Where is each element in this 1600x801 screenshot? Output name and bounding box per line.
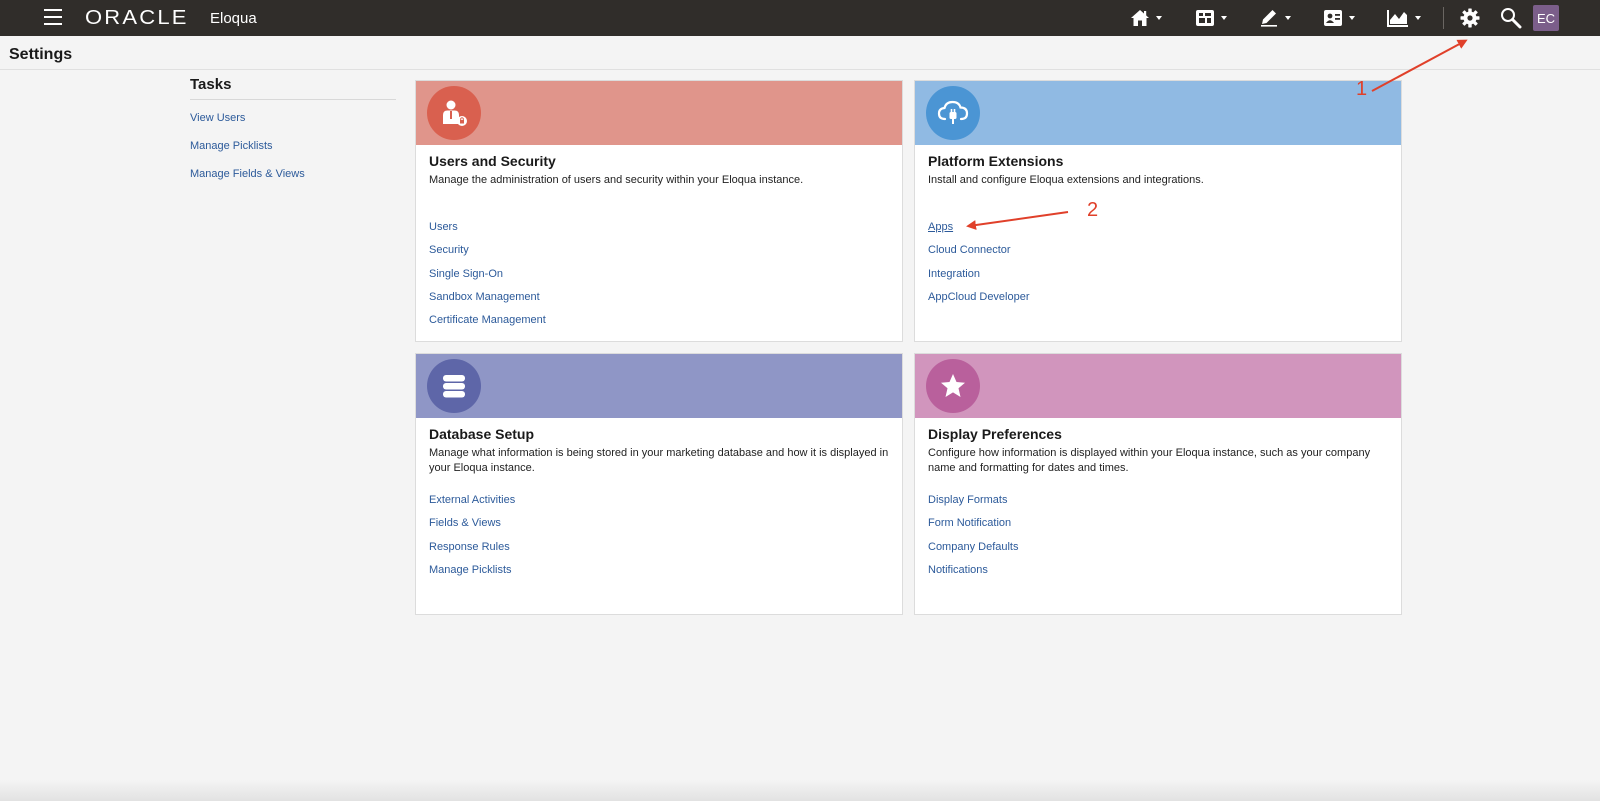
chevron-down-icon xyxy=(1415,16,1421,20)
card-icon-circle xyxy=(427,86,481,140)
link-integration[interactable]: Integration xyxy=(928,268,1030,291)
link-external-activities[interactable]: External Activities xyxy=(429,494,515,517)
chevron-down-icon xyxy=(1156,16,1162,20)
task-link-manage-picklists[interactable]: Manage Picklists xyxy=(190,140,396,152)
link-manage-picklists[interactable]: Manage Picklists xyxy=(429,564,515,587)
contacts-menu-button[interactable] xyxy=(1323,5,1355,31)
analytics-menu-button[interactable] xyxy=(1387,5,1421,31)
task-link-view-users[interactable]: View Users xyxy=(190,112,396,124)
card-header xyxy=(416,81,902,145)
display-preferences-card: Display Preferences Configure how inform… xyxy=(914,353,1402,615)
card-links: Display Formats Form Notification Compan… xyxy=(928,494,1019,587)
link-single-sign-on[interactable]: Single Sign-On xyxy=(429,268,546,291)
cloud-plug-icon xyxy=(937,100,969,124)
search-icon xyxy=(1501,8,1522,29)
assets-icon xyxy=(1196,10,1214,26)
link-sandbox-management[interactable]: Sandbox Management xyxy=(429,291,546,314)
card-header xyxy=(915,354,1401,418)
card-links: Users Security Single Sign-On Sandbox Ma… xyxy=(429,221,546,337)
card-description: Manage the administration of users and s… xyxy=(429,174,804,186)
chevron-down-icon xyxy=(1349,16,1355,20)
header-divider xyxy=(0,69,1600,70)
link-apps[interactable]: Apps xyxy=(928,221,1030,244)
users-security-card: Users and Security Manage the administra… xyxy=(415,80,903,342)
annotation-marker-2: 2 xyxy=(1087,199,1099,221)
link-cloud-connector[interactable]: Cloud Connector xyxy=(928,244,1030,267)
card-links: Apps Cloud Connector Integration AppClou… xyxy=(928,221,1030,314)
hamburger-menu-icon[interactable] xyxy=(44,9,62,27)
edit-icon xyxy=(1261,10,1277,27)
task-link-manage-fields-views[interactable]: Manage Fields & Views xyxy=(190,168,396,180)
assets-menu-button[interactable] xyxy=(1195,5,1227,31)
card-description: Configure how information is displayed w… xyxy=(928,447,1371,474)
link-users[interactable]: Users xyxy=(429,221,546,244)
oracle-logo: ORACLE xyxy=(85,7,189,29)
top-navigation-bar: ORACLE Eloqua EC xyxy=(0,0,1600,36)
card-title: Platform Extensions xyxy=(928,153,1064,169)
chevron-down-icon xyxy=(1285,16,1291,20)
search-button[interactable] xyxy=(1500,5,1522,31)
card-description: Manage what information is being stored … xyxy=(429,447,889,474)
annotation-marker-1: 1 xyxy=(1356,78,1368,100)
link-display-formats[interactable]: Display Formats xyxy=(928,494,1019,517)
card-header xyxy=(915,81,1401,145)
link-notifications[interactable]: Notifications xyxy=(928,564,1019,587)
platform-extensions-card: Platform Extensions Install and configur… xyxy=(914,80,1402,342)
link-fields-views[interactable]: Fields & Views xyxy=(429,517,515,540)
contacts-icon xyxy=(1324,10,1342,26)
tasks-panel: Tasks View Users Manage Picklists Manage… xyxy=(190,76,396,196)
home-icon xyxy=(1131,10,1149,26)
card-title: Database Setup xyxy=(429,426,535,442)
star-icon xyxy=(941,374,965,397)
card-header xyxy=(416,354,902,418)
user-lock-icon xyxy=(443,100,467,126)
card-icon-circle xyxy=(926,359,980,413)
settings-button[interactable] xyxy=(1460,5,1480,31)
campaigns-menu-button[interactable] xyxy=(1259,5,1291,31)
card-icon-circle xyxy=(427,359,481,413)
database-setup-card: Database Setup Manage what information i… xyxy=(415,353,903,615)
gear-icon xyxy=(1460,8,1480,28)
card-description: Install and configure Eloqua extensions … xyxy=(928,174,1204,186)
link-certificate-management[interactable]: Certificate Management xyxy=(429,314,546,337)
database-icon xyxy=(443,375,465,398)
link-form-notification[interactable]: Form Notification xyxy=(928,517,1019,540)
card-title: Display Preferences xyxy=(928,426,1062,442)
nav-divider xyxy=(1443,7,1444,29)
card-links: External Activities Fields & Views Respo… xyxy=(429,494,515,587)
chevron-down-icon xyxy=(1221,16,1227,20)
analytics-icon xyxy=(1387,10,1408,27)
page-title: Settings xyxy=(9,46,73,63)
card-icon-circle xyxy=(926,86,980,140)
link-response-rules[interactable]: Response Rules xyxy=(429,541,515,564)
product-name: Eloqua xyxy=(210,10,257,27)
card-title: Users and Security xyxy=(429,153,556,169)
window-bottom-shadow xyxy=(0,780,1600,801)
home-menu-button[interactable] xyxy=(1130,5,1162,31)
link-security[interactable]: Security xyxy=(429,244,546,267)
link-company-defaults[interactable]: Company Defaults xyxy=(928,541,1019,564)
link-appcloud-developer[interactable]: AppCloud Developer xyxy=(928,291,1030,314)
tasks-heading: Tasks xyxy=(190,76,396,100)
user-avatar[interactable]: EC xyxy=(1533,5,1559,31)
